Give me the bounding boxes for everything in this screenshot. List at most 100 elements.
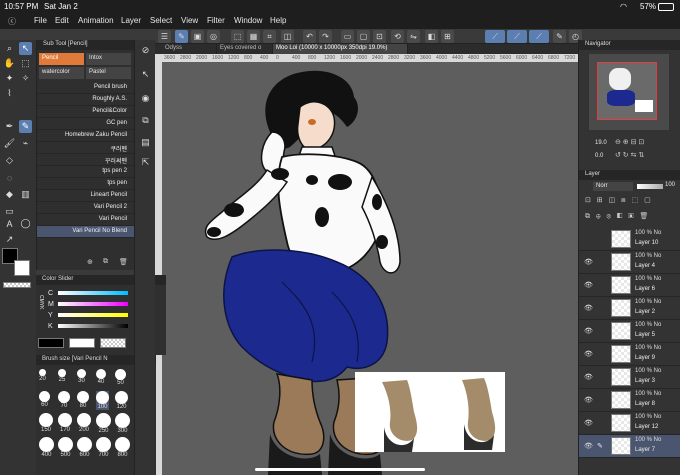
current-main-color[interactable]	[38, 338, 64, 348]
invert-button[interactable]: ⟲	[391, 30, 404, 43]
stabilizer-3-button[interactable]: ⟋	[529, 30, 549, 43]
duplicate-subtool-icon[interactable]: ⧉	[103, 258, 108, 266]
brush-item[interactable]: Vari Pencil 2	[37, 202, 135, 214]
layer-row[interactable]: 👁 100 % No Layer 5	[579, 320, 680, 343]
menu-window[interactable]: Window	[234, 16, 262, 25]
eyedropper-icon[interactable]: ⌇	[3, 87, 16, 100]
brush-item-selected[interactable]: Vari Pencil No Blend	[37, 226, 135, 238]
brush-size-option[interactable]: 60	[39, 391, 50, 408]
brush-item[interactable]: GC pen	[37, 118, 135, 130]
current-transparent-color[interactable]	[100, 338, 126, 348]
menu-filter[interactable]: Filter	[207, 16, 225, 25]
select-all-button[interactable]: ▢	[357, 30, 370, 43]
brush-item[interactable]: Vari Pencil	[37, 214, 135, 226]
subtool-tab-pastel[interactable]: Pastel	[86, 67, 131, 79]
home-indicator[interactable]	[255, 468, 425, 471]
menu-layer[interactable]: Layer	[121, 16, 141, 25]
brush-size-option[interactable]: 80	[77, 391, 89, 409]
eye-icon[interactable]: 👁	[584, 304, 593, 312]
eraser-tool-icon[interactable]: ◇	[3, 154, 16, 167]
brush-size-option[interactable]: 170	[58, 413, 72, 433]
layer-row[interactable]: 👁 100 % No Layer 3	[579, 366, 680, 389]
cursor-icon[interactable]: ↖	[139, 68, 152, 81]
fill-tool-icon[interactable]: ◆	[3, 188, 16, 201]
brush-size-option[interactable]: 120	[115, 391, 128, 410]
transparent-color-swatch[interactable]	[3, 282, 31, 288]
layer-action-row-1[interactable]: ⊡ ⊞ ◫ ⧈ ⬚ ▢	[585, 196, 653, 205]
history-icon[interactable]: ▤	[139, 136, 152, 149]
snap-button[interactable]: ◎	[207, 30, 220, 43]
material-icon[interactable]: ◉	[139, 92, 152, 105]
brush-size-option[interactable]: 50	[115, 369, 126, 386]
zoom-controls[interactable]: ⊖ ⊕ ⊟ ⊡	[615, 138, 675, 148]
brush-item[interactable]: Lineart Pencil	[37, 190, 135, 202]
slider-track[interactable]	[58, 313, 128, 317]
menu-help[interactable]: Help	[270, 16, 286, 25]
brush-size-option[interactable]: 300	[115, 413, 130, 434]
brush-size-option[interactable]: 40	[96, 369, 106, 385]
brush-item[interactable]: tps pen	[37, 178, 135, 190]
brush-size-option[interactable]: 250	[96, 413, 111, 434]
brush-item[interactable]: 쿠러펜	[37, 142, 135, 154]
brush-size-option[interactable]: 70	[58, 391, 70, 409]
brush-item[interactable]: tps pen 2	[37, 166, 135, 178]
brush-item[interactable]: Pencil&Color	[37, 106, 135, 118]
brush-size-option-selected[interactable]: 100	[96, 391, 109, 410]
move-tool-icon[interactable]: ↖	[19, 42, 32, 55]
fill-button[interactable]: ◫	[281, 30, 294, 43]
layer-row-selected[interactable]: 👁 ✎ 100 % No Layer 7	[579, 435, 680, 458]
deselect-button[interactable]: ⊡	[373, 30, 386, 43]
menu-animation[interactable]: Animation	[78, 16, 114, 25]
slider-track[interactable]	[58, 302, 128, 306]
eye-icon[interactable]: 👁	[584, 350, 593, 358]
blend-tool-icon[interactable]: ◌	[3, 171, 16, 184]
subtool-tab-intox[interactable]: Intox	[86, 53, 131, 65]
view-mode-button[interactable]: ◧	[425, 30, 438, 43]
delete-subtool-icon[interactable]: 🗑	[119, 258, 128, 266]
rotate-controls[interactable]: ↺ ↻ ⇆ ⇅	[615, 151, 675, 161]
sub-color-swatch[interactable]	[14, 260, 30, 276]
stabilizer-1-button[interactable]: ⟋	[485, 30, 505, 43]
menu-select[interactable]: Select	[150, 16, 172, 25]
layer-row[interactable]: 👁 100 % No Layer 9	[579, 343, 680, 366]
correct-line-icon[interactable]: ↗	[3, 233, 16, 246]
clear-button[interactable]: ▭	[341, 30, 354, 43]
copy-icon[interactable]: ⧉	[139, 114, 152, 127]
brush-size-option[interactable]: 25	[58, 369, 66, 383]
canvas-artwork[interactable]	[162, 62, 578, 475]
brush-item[interactable]: Pencil brush	[37, 82, 135, 94]
airbrush-tool-icon[interactable]: ⌁	[19, 137, 32, 150]
layer-row[interactable]: 100 % No Layer 10	[579, 228, 680, 251]
eye-icon[interactable]: 👁	[584, 258, 593, 266]
gradient-tool-icon[interactable]: ▥	[19, 188, 32, 201]
brush-size-option[interactable]: 700	[96, 437, 111, 458]
eye-icon[interactable]: 👁	[584, 419, 593, 427]
redo-icon[interactable]: ↷	[319, 30, 332, 43]
text-tool-icon[interactable]: A	[3, 217, 16, 230]
add-subtool-icon[interactable]: ⊕	[87, 258, 93, 266]
brush-size-option[interactable]: 20	[39, 369, 46, 382]
app-logo-icon[interactable]: ⓒ	[8, 16, 16, 27]
tab-moo-loi[interactable]: Moo Loi (10000 x 10000px 350dpi 19.0%)	[273, 44, 408, 54]
flip-button[interactable]: ⇋	[407, 30, 420, 43]
menu-edit[interactable]: Edit	[55, 16, 69, 25]
brush-size-option[interactable]: 600	[77, 437, 92, 458]
hamburger-menu-icon[interactable]: ☰	[158, 30, 171, 43]
layer-row[interactable]: 👁 100 % No Layer 2	[579, 297, 680, 320]
slider-track[interactable]	[58, 291, 128, 295]
layer-row[interactable]: 👁 100 % No Layer 12	[579, 412, 680, 435]
hand-tool-icon[interactable]: ✋	[3, 57, 16, 70]
menu-file[interactable]: File	[34, 16, 47, 25]
slider-track[interactable]	[58, 324, 128, 328]
crop-button[interactable]: ⌗	[263, 30, 276, 43]
current-sub-color[interactable]	[69, 338, 95, 348]
pen-tool-icon[interactable]: ✒	[3, 120, 16, 133]
subtool-tab-pencil[interactable]: Pencil	[39, 53, 84, 65]
brush-size-option[interactable]: 800	[115, 437, 130, 458]
brush-size-option[interactable]: 30	[77, 369, 86, 384]
zoom-fit-button[interactable]: ⊞	[441, 30, 454, 43]
navigator-preview[interactable]	[589, 54, 669, 130]
brush-size-option[interactable]: 200	[77, 413, 91, 433]
wand-tool-icon[interactable]: ✧	[19, 72, 32, 85]
brush-size-option[interactable]: 150	[39, 413, 53, 433]
